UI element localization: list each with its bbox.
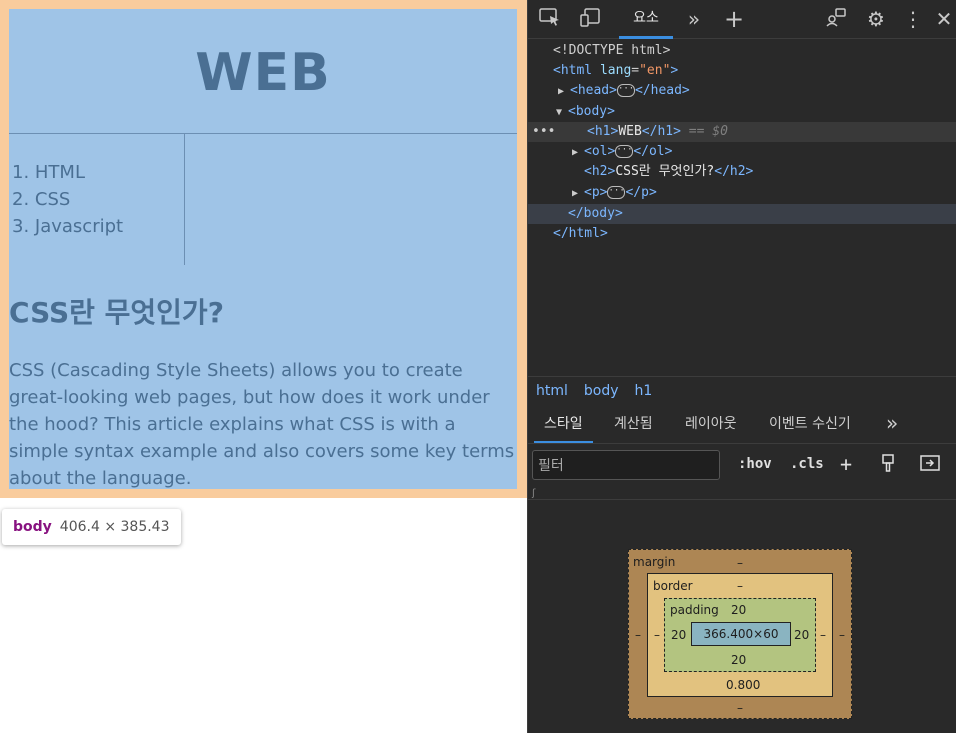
padding-left-value[interactable]: 20 — [671, 628, 686, 642]
dom-html-close[interactable]: </html> — [528, 224, 956, 244]
tab-styles[interactable]: 스타일 — [534, 405, 593, 443]
tab-elements[interactable]: 요소 — [619, 0, 673, 39]
grid-divider-vertical — [184, 134, 185, 265]
dom-doctype[interactable]: <!DOCTYPE html> — [528, 41, 956, 61]
box-model-margin[interactable]: margin – – – – border – 0.800 – – paddin… — [628, 549, 852, 719]
kebab-menu-icon[interactable]: ⋮ — [903, 7, 923, 31]
device-toggle-icon[interactable] — [578, 7, 602, 31]
dom-head[interactable]: ▶ <head>···</head> — [528, 81, 956, 101]
dom-h2[interactable]: <h2>CSS란 무엇인가?</h2> — [528, 162, 956, 182]
breadcrumb-html[interactable]: html — [536, 383, 568, 399]
nav-item-css[interactable]: 2. CSS — [12, 186, 123, 213]
box-model-border-label: border — [653, 579, 693, 593]
paint-brush-icon[interactable] — [880, 453, 896, 477]
breadcrumb-body[interactable]: body — [584, 383, 619, 399]
article-body: CSS (Cascading Style Sheets) allows you … — [9, 360, 515, 489]
ellipsis-icon[interactable]: ··· — [616, 84, 635, 97]
dom-body-close[interactable]: </body> — [528, 204, 956, 224]
tooltip-size: 406.4 × 385.43 — [59, 519, 170, 535]
margin-right-value[interactable]: – — [839, 628, 845, 642]
feedback-icon[interactable] — [824, 7, 848, 31]
devtools-toolbar: 요소 » + ⚙ ⋮ ✕ — [528, 0, 956, 39]
nav-item-html[interactable]: 1. HTML — [12, 159, 123, 186]
article-title: CSS란 무엇인가? — [9, 296, 224, 329]
more-tabs-icon[interactable]: » — [682, 7, 706, 31]
expand-triangle-icon[interactable]: ▶ — [558, 82, 570, 102]
dom-body-open[interactable]: ▼ <body> — [528, 102, 956, 122]
ellipsis-icon[interactable]: ··· — [615, 145, 634, 158]
nav-list: 1. HTML 2. CSS 3. Javascript — [12, 159, 123, 240]
collapse-triangle-icon[interactable]: ▼ — [556, 103, 568, 123]
new-style-rule-icon[interactable]: + — [840, 452, 852, 476]
box-model-margin-label: margin — [633, 555, 676, 569]
grid-divider-horizontal — [9, 133, 517, 134]
toggle-sidebar-icon[interactable] — [920, 455, 940, 475]
tab-computed[interactable]: 계산됨 — [614, 405, 653, 441]
box-model-padding-label: padding — [670, 603, 719, 617]
padding-top-value[interactable]: 20 — [731, 603, 746, 617]
dom-html-open[interactable]: <html lang="en"> — [528, 61, 956, 81]
tab-event-listeners[interactable]: 이벤트 수신기 — [769, 405, 851, 441]
page-heading: WEB — [195, 43, 331, 103]
nav-item-javascript[interactable]: 3. Javascript — [12, 213, 123, 240]
border-bottom-value[interactable]: 0.800 — [726, 678, 760, 692]
margin-left-value[interactable]: – — [635, 628, 641, 642]
element-size-tooltip: body 406.4 × 385.43 — [2, 509, 181, 545]
node-menu-icon[interactable]: ••• — [528, 122, 587, 142]
cls-toggle[interactable]: .cls — [790, 456, 824, 472]
box-model-padding[interactable]: padding 20 20 20 20 366.400×60 — [664, 598, 816, 672]
expand-triangle-icon[interactable]: ▶ — [572, 184, 584, 204]
padding-bottom-value[interactable]: 20 — [731, 653, 746, 667]
page-content: WEB 1. HTML 2. CSS 3. Javascript CSS란 무엇… — [9, 9, 517, 489]
breadcrumb-h1[interactable]: h1 — [635, 383, 653, 399]
breadcrumb: html body h1 — [528, 376, 956, 405]
styles-tabbar: 스타일 계산됨 레이아웃 이벤트 수신기 » — [528, 405, 956, 444]
styles-filter-input[interactable]: 필터 — [532, 450, 720, 480]
tooltip-tag: body — [13, 519, 52, 535]
dom-h1-selected[interactable]: ••• <h1>WEB</h1> == $0 — [528, 122, 956, 142]
padding-right-value[interactable]: 20 — [794, 628, 809, 642]
margin-bottom-value[interactable]: – — [737, 701, 743, 715]
border-right-value[interactable]: – — [820, 628, 826, 642]
page-viewport: WEB 1. HTML 2. CSS 3. Javascript CSS란 무엇… — [0, 0, 527, 733]
expand-triangle-icon[interactable]: ▶ — [572, 143, 584, 163]
border-top-value[interactable]: – — [737, 579, 743, 593]
border-left-value[interactable]: – — [654, 628, 660, 642]
dom-p[interactable]: ▶ <p>···</p> — [528, 183, 956, 203]
hov-toggle[interactable]: :hov — [738, 456, 772, 472]
settings-icon[interactable]: ⚙ — [864, 7, 888, 31]
tab-layout[interactable]: 레이아웃 — [685, 405, 737, 441]
styles-divider: ʃ — [528, 488, 956, 500]
inspect-icon[interactable] — [538, 7, 562, 31]
more-tabs-icon[interactable]: » — [886, 405, 898, 441]
box-model-border[interactable]: border – 0.800 – – padding 20 20 20 20 3… — [647, 573, 833, 697]
devtools-panel: 요소 » + ⚙ ⋮ ✕ <!DOCTYPE html> <html lang=… — [527, 0, 956, 733]
margin-top-value[interactable]: – — [737, 556, 743, 570]
dom-ol[interactable]: ▶ <ol>···</ol> — [528, 142, 956, 162]
ellipsis-icon[interactable]: ··· — [607, 186, 626, 199]
box-model-content[interactable]: 366.400×60 — [691, 622, 791, 646]
add-tab-icon[interactable]: + — [722, 7, 746, 31]
close-icon[interactable]: ✕ — [934, 7, 954, 31]
